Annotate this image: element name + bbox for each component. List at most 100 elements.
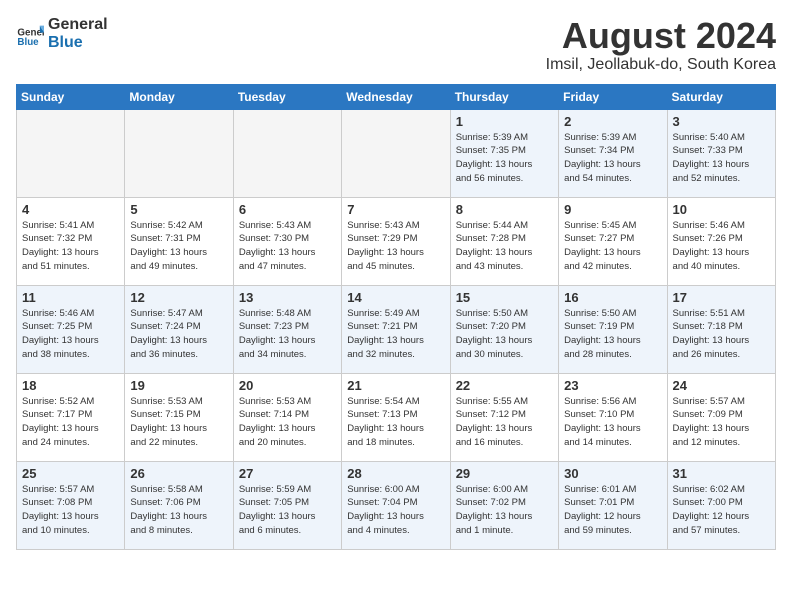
calendar-cell: 10Sunrise: 5:46 AM Sunset: 7:26 PM Dayli… — [667, 197, 775, 285]
day-info: Sunrise: 5:50 AM Sunset: 7:20 PM Dayligh… — [456, 307, 553, 362]
day-number: 26 — [130, 466, 227, 481]
day-info: Sunrise: 5:42 AM Sunset: 7:31 PM Dayligh… — [130, 219, 227, 274]
calendar-cell: 24Sunrise: 5:57 AM Sunset: 7:09 PM Dayli… — [667, 373, 775, 461]
day-info: Sunrise: 5:50 AM Sunset: 7:19 PM Dayligh… — [564, 307, 661, 362]
day-info: Sunrise: 5:43 AM Sunset: 7:29 PM Dayligh… — [347, 219, 444, 274]
day-number: 31 — [673, 466, 770, 481]
header: General Blue General Blue August 2024 Im… — [16, 16, 776, 74]
day-info: Sunrise: 5:48 AM Sunset: 7:23 PM Dayligh… — [239, 307, 336, 362]
calendar-cell: 25 Sunrise: 5:57 AM Sunset: 7:08 PM Dayli… — [17, 461, 125, 549]
calendar-cell: 2 Sunrise: 5:39 AM Sunset: 7:34 PM Daylig… — [559, 109, 667, 197]
logo-icon: General Blue — [16, 20, 44, 48]
calendar-cell: 1Sunrise: 5:39 AM Sunset: 7:35 PM Daylig… — [450, 109, 558, 197]
calendar-cell: 22 Sunrise: 5:55 AM Sunset: 7:12 PM Dayli… — [450, 373, 558, 461]
week-row: 4 Sunrise: 5:41 AM Sunset: 7:32 PM Daylig… — [17, 197, 776, 285]
day-info: Sunrise: 5:53 AM Sunset: 7:14 PM Dayligh… — [239, 395, 336, 450]
day-info: Sunrise: 6:00 AM Sunset: 7:02 PM Dayligh… — [456, 483, 553, 538]
day-number: 2 — [564, 114, 661, 129]
day-info: Sunrise: 5:55 AM Sunset: 7:12 PM Dayligh… — [456, 395, 553, 450]
day-number: 28 — [347, 466, 444, 481]
calendar-cell: 7Sunrise: 5:43 AM Sunset: 7:29 PM Daylig… — [342, 197, 450, 285]
day-number: 27 — [239, 466, 336, 481]
day-info: Sunrise: 5:47 AM Sunset: 7:24 PM Dayligh… — [130, 307, 227, 362]
day-number: 8 — [456, 202, 553, 217]
calendar-cell: 14 Sunrise: 5:49 AM Sunset: 7:21 PM Dayli… — [342, 285, 450, 373]
day-number: 6 — [239, 202, 336, 217]
day-info: Sunrise: 5:52 AM Sunset: 7:17 PM Dayligh… — [22, 395, 119, 450]
week-row: 18 Sunrise: 5:52 AM Sunset: 7:17 PM Dayli… — [17, 373, 776, 461]
day-info: Sunrise: 6:01 AM Sunset: 7:01 PM Dayligh… — [564, 483, 661, 538]
day-number: 14 — [347, 290, 444, 305]
calendar-cell: 31 Sunrise: 6:02 AM Sunset: 7:00 PM Dayli… — [667, 461, 775, 549]
calendar-cell: 29 Sunrise: 6:00 AM Sunset: 7:02 PM Dayli… — [450, 461, 558, 549]
day-info: Sunrise: 5:43 AM Sunset: 7:30 PM Dayligh… — [239, 219, 336, 274]
day-number: 12 — [130, 290, 227, 305]
calendar-cell: 27 Sunrise: 5:59 AM Sunset: 7:05 PM Dayli… — [233, 461, 341, 549]
day-number: 15 — [456, 290, 553, 305]
day-header-friday: Friday — [559, 84, 667, 109]
day-info: Sunrise: 5:58 AM Sunset: 7:06 PM Dayligh… — [130, 483, 227, 538]
day-info: Sunrise: 5:57 AM Sunset: 7:08 PM Dayligh… — [22, 483, 119, 538]
calendar-cell: 23 Sunrise: 5:56 AM Sunset: 7:10 PM Dayli… — [559, 373, 667, 461]
month-title: August 2024 — [546, 16, 776, 56]
day-info: Sunrise: 5:56 AM Sunset: 7:10 PM Dayligh… — [564, 395, 661, 450]
logo-blue: Blue — [48, 34, 108, 52]
calendar-cell: 28 Sunrise: 6:00 AM Sunset: 7:04 PM Dayli… — [342, 461, 450, 549]
day-info: Sunrise: 6:02 AM Sunset: 7:00 PM Dayligh… — [673, 483, 770, 538]
day-info: Sunrise: 5:59 AM Sunset: 7:05 PM Dayligh… — [239, 483, 336, 538]
calendar-cell: 21 Sunrise: 5:54 AM Sunset: 7:13 PM Dayli… — [342, 373, 450, 461]
day-number: 25 — [22, 466, 119, 481]
day-number: 18 — [22, 378, 119, 393]
calendar-cell: 12 Sunrise: 5:47 AM Sunset: 7:24 PM Dayli… — [125, 285, 233, 373]
day-info: Sunrise: 5:51 AM Sunset: 7:18 PM Dayligh… — [673, 307, 770, 362]
calendar-cell — [342, 109, 450, 197]
calendar-cell: 17 Sunrise: 5:51 AM Sunset: 7:18 PM Dayli… — [667, 285, 775, 373]
day-number: 22 — [456, 378, 553, 393]
logo-general: General — [48, 16, 108, 34]
calendar-cell: 15 Sunrise: 5:50 AM Sunset: 7:20 PM Dayli… — [450, 285, 558, 373]
day-header-saturday: Saturday — [667, 84, 775, 109]
day-info: Sunrise: 5:54 AM Sunset: 7:13 PM Dayligh… — [347, 395, 444, 450]
title-area: August 2024 Imsil, Jeollabuk-do, South K… — [546, 16, 776, 74]
day-number: 1 — [456, 114, 553, 129]
calendar-cell: 16Sunrise: 5:50 AM Sunset: 7:19 PM Dayli… — [559, 285, 667, 373]
day-number: 13 — [239, 290, 336, 305]
calendar-cell: 3Sunrise: 5:40 AM Sunset: 7:33 PM Daylig… — [667, 109, 775, 197]
day-info: Sunrise: 5:46 AM Sunset: 7:26 PM Dayligh… — [673, 219, 770, 274]
day-info: Sunrise: 5:39 AM Sunset: 7:34 PM Dayligh… — [564, 131, 661, 186]
calendar-cell: 8 Sunrise: 5:44 AM Sunset: 7:28 PM Daylig… — [450, 197, 558, 285]
day-info: Sunrise: 5:57 AM Sunset: 7:09 PM Dayligh… — [673, 395, 770, 450]
day-number: 19 — [130, 378, 227, 393]
calendar-cell: 6 Sunrise: 5:43 AM Sunset: 7:30 PM Daylig… — [233, 197, 341, 285]
day-number: 3 — [673, 114, 770, 129]
day-number: 4 — [22, 202, 119, 217]
week-row: 25 Sunrise: 5:57 AM Sunset: 7:08 PM Dayli… — [17, 461, 776, 549]
calendar-cell: 4 Sunrise: 5:41 AM Sunset: 7:32 PM Daylig… — [17, 197, 125, 285]
day-header-thursday: Thursday — [450, 84, 558, 109]
day-number: 20 — [239, 378, 336, 393]
day-info: Sunrise: 5:41 AM Sunset: 7:32 PM Dayligh… — [22, 219, 119, 274]
calendar-cell: 18 Sunrise: 5:52 AM Sunset: 7:17 PM Dayli… — [17, 373, 125, 461]
svg-text:Blue: Blue — [17, 37, 39, 48]
day-number: 17 — [673, 290, 770, 305]
calendar-cell: 19Sunrise: 5:53 AM Sunset: 7:15 PM Dayli… — [125, 373, 233, 461]
day-header-sunday: Sunday — [17, 84, 125, 109]
calendar-cell: 5Sunrise: 5:42 AM Sunset: 7:31 PM Daylig… — [125, 197, 233, 285]
location-subtitle: Imsil, Jeollabuk-do, South Korea — [546, 56, 776, 74]
day-number: 21 — [347, 378, 444, 393]
day-number: 11 — [22, 290, 119, 305]
day-info: Sunrise: 6:00 AM Sunset: 7:04 PM Dayligh… — [347, 483, 444, 538]
calendar-cell: 11Sunrise: 5:46 AM Sunset: 7:25 PM Dayli… — [17, 285, 125, 373]
calendar-cell: 20 Sunrise: 5:53 AM Sunset: 7:14 PM Dayli… — [233, 373, 341, 461]
calendar-cell: 9Sunrise: 5:45 AM Sunset: 7:27 PM Daylig… — [559, 197, 667, 285]
header-row: SundayMondayTuesdayWednesdayThursdayFrid… — [17, 84, 776, 109]
day-info: Sunrise: 5:44 AM Sunset: 7:28 PM Dayligh… — [456, 219, 553, 274]
calendar-cell — [125, 109, 233, 197]
day-header-monday: Monday — [125, 84, 233, 109]
day-number: 29 — [456, 466, 553, 481]
day-number: 23 — [564, 378, 661, 393]
day-info: Sunrise: 5:49 AM Sunset: 7:21 PM Dayligh… — [347, 307, 444, 362]
day-header-tuesday: Tuesday — [233, 84, 341, 109]
logo: General Blue General Blue — [16, 16, 108, 51]
calendar-cell: 13 Sunrise: 5:48 AM Sunset: 7:23 PM Dayli… — [233, 285, 341, 373]
